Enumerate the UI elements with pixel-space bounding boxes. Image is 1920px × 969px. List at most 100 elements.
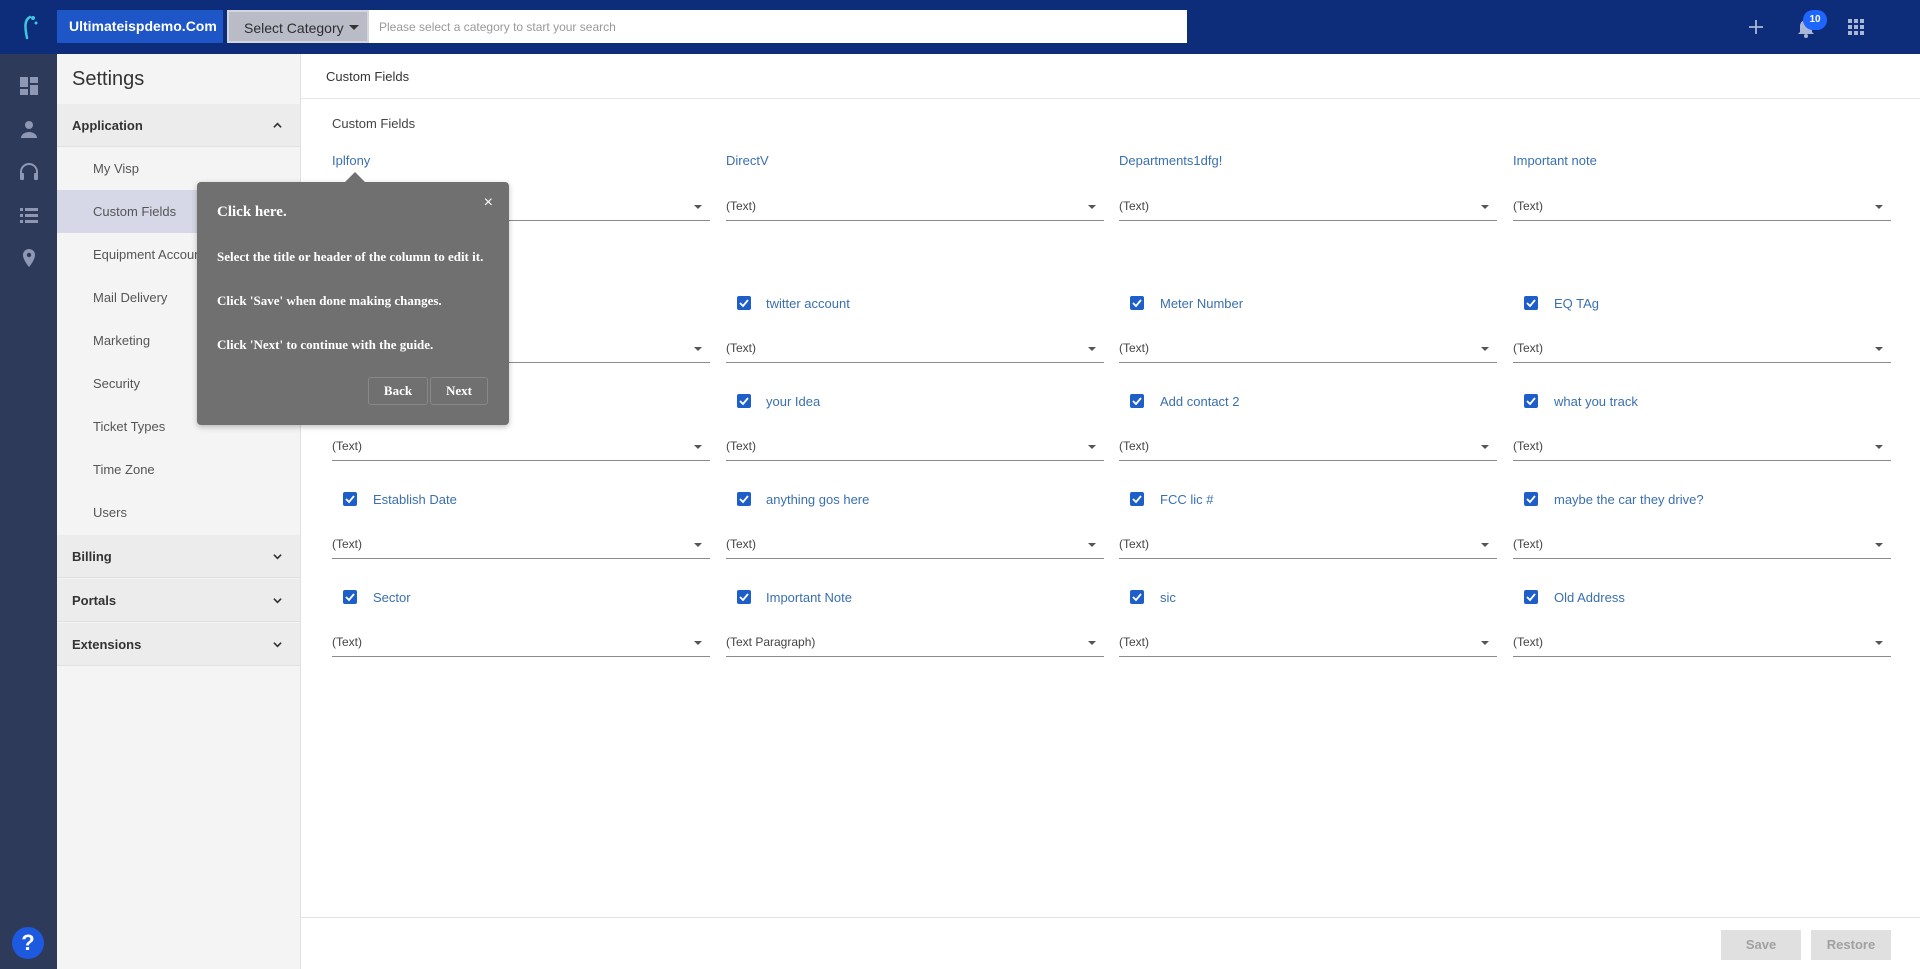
chevron-down-icon — [1875, 347, 1883, 351]
logo-icon[interactable] — [18, 14, 40, 40]
sidebar-item-users[interactable]: Users — [57, 491, 300, 534]
chevron-down-icon — [1088, 347, 1096, 351]
chevron-down-icon — [1481, 205, 1489, 209]
top-bar: Ultimateispdemo.Com Select Category 10 — [0, 0, 1920, 54]
account-brand-button[interactable]: Ultimateispdemo.Com — [57, 10, 223, 43]
field-label[interactable]: FCC lic # — [1160, 492, 1213, 507]
field-type-value: (Text) — [332, 537, 362, 551]
popover-text: Click 'Next' to continue with the guide. — [217, 337, 434, 352]
check-icon — [1526, 593, 1536, 602]
location-pin-icon[interactable] — [18, 247, 40, 269]
next-button[interactable]: Next — [430, 377, 488, 405]
field-enabled-checkbox[interactable] — [1524, 590, 1538, 604]
field-type-select[interactable]: (Text) — [332, 529, 710, 559]
field-label[interactable]: Add contact 2 — [1160, 394, 1240, 409]
chevron-down-icon — [1481, 641, 1489, 645]
field-enabled-checkbox[interactable] — [1130, 590, 1144, 604]
sidebar-section-portals[interactable]: Portals — [57, 579, 300, 622]
field-enabled-checkbox[interactable] — [737, 590, 751, 604]
field-label[interactable]: sic — [1160, 590, 1176, 605]
field-type-select[interactable]: (Text) — [1513, 627, 1891, 657]
chevron-down-icon — [1088, 641, 1096, 645]
field-enabled-checkbox[interactable] — [343, 590, 357, 604]
field-type-select[interactable]: (Text) — [1119, 191, 1497, 221]
apps-grid-icon[interactable] — [1844, 15, 1868, 39]
chevron-down-icon — [1481, 543, 1489, 547]
field-label[interactable]: EQ TAg — [1554, 296, 1599, 311]
back-button[interactable]: Back — [368, 377, 428, 405]
field-label[interactable]: twitter account — [766, 296, 850, 311]
field-type-value: (Text) — [1513, 635, 1543, 649]
field-type-select[interactable]: (Text) — [1119, 431, 1497, 461]
field-type-select[interactable]: (Text) — [1119, 333, 1497, 363]
person-icon[interactable] — [18, 118, 40, 140]
field-type-value: (Text) — [1119, 341, 1149, 355]
field-type-select[interactable]: (Text) — [1119, 627, 1497, 657]
sidebar-section-billing[interactable]: Billing — [57, 535, 300, 578]
dashboard-icon[interactable] — [18, 75, 40, 97]
field-type-select[interactable]: (Text) — [726, 333, 1104, 363]
field-type-select[interactable]: (Text) — [726, 529, 1104, 559]
field-label[interactable]: what you track — [1554, 394, 1638, 409]
chevron-down-icon — [694, 205, 702, 209]
field-label[interactable]: DirectV — [726, 153, 769, 168]
field-label[interactable]: Old Address — [1554, 590, 1625, 605]
check-icon — [739, 299, 749, 308]
chevron-down-icon — [273, 598, 282, 604]
field-label[interactable]: Departments1dfg! — [1119, 153, 1222, 168]
field-label[interactable]: Meter Number — [1160, 296, 1243, 311]
field-enabled-checkbox[interactable] — [1524, 492, 1538, 506]
restore-button[interactable]: Restore — [1811, 930, 1891, 960]
field-enabled-checkbox[interactable] — [1130, 296, 1144, 310]
field-type-select[interactable]: (Text) — [726, 431, 1104, 461]
field-type-select[interactable]: (Text) — [1513, 333, 1891, 363]
field-enabled-checkbox[interactable] — [1524, 296, 1538, 310]
field-label[interactable]: Iplfony — [332, 153, 370, 168]
field-enabled-checkbox[interactable] — [737, 492, 751, 506]
sidebar-item-time-zone[interactable]: Time Zone — [57, 448, 300, 491]
chevron-down-icon — [1875, 445, 1883, 449]
check-icon — [345, 495, 355, 504]
list-icon[interactable] — [18, 204, 40, 226]
field-enabled-checkbox[interactable] — [343, 492, 357, 506]
field-label[interactable]: anything gos here — [766, 492, 869, 507]
check-icon — [739, 397, 749, 406]
save-button[interactable]: Save — [1721, 930, 1801, 960]
field-type-select[interactable]: (Text) — [726, 191, 1104, 221]
field-type-select[interactable]: (Text Paragraph) — [726, 627, 1104, 657]
field-type-value: (Text) — [726, 341, 756, 355]
headset-icon[interactable] — [18, 161, 40, 183]
sidebar-section-application[interactable]: Application — [57, 104, 300, 147]
field-enabled-checkbox[interactable] — [1130, 394, 1144, 408]
action-footer: Save Restore — [301, 917, 1920, 969]
field-enabled-checkbox[interactable] — [737, 296, 751, 310]
field-label[interactable]: your Idea — [766, 394, 820, 409]
help-button[interactable]: ? — [12, 927, 44, 959]
check-icon — [1526, 397, 1536, 406]
check-icon — [739, 593, 749, 602]
field-label[interactable]: Sector — [373, 590, 411, 605]
field-enabled-checkbox[interactable] — [737, 394, 751, 408]
field-type-value: (Text) — [1119, 635, 1149, 649]
chevron-down-icon — [1481, 445, 1489, 449]
search-input[interactable] — [369, 10, 1187, 43]
field-enabled-checkbox[interactable] — [1524, 394, 1538, 408]
check-icon — [1132, 593, 1142, 602]
field-type-select[interactable]: (Text) — [1513, 191, 1891, 221]
field-label[interactable]: Important Note — [766, 590, 852, 605]
add-icon[interactable] — [1744, 15, 1768, 39]
field-type-select[interactable]: (Text) — [1513, 529, 1891, 559]
field-label[interactable]: Important note — [1513, 153, 1597, 168]
field-label[interactable]: Establish Date — [373, 492, 457, 507]
close-icon[interactable]: × — [484, 194, 493, 212]
field-type-select[interactable]: (Text) — [332, 627, 710, 657]
field-type-select[interactable]: (Text) — [1513, 431, 1891, 461]
field-type-select[interactable]: (Text) — [1119, 529, 1497, 559]
chevron-down-icon — [694, 445, 702, 449]
field-type-select[interactable]: (Text) — [332, 431, 710, 461]
field-label[interactable]: maybe the car they drive? — [1554, 492, 1704, 507]
category-select[interactable]: Select Category — [227, 10, 369, 43]
sidebar-section-extensions[interactable]: Extensions — [57, 623, 300, 666]
field-enabled-checkbox[interactable] — [1130, 492, 1144, 506]
notification-badge[interactable]: 10 — [1803, 10, 1827, 30]
